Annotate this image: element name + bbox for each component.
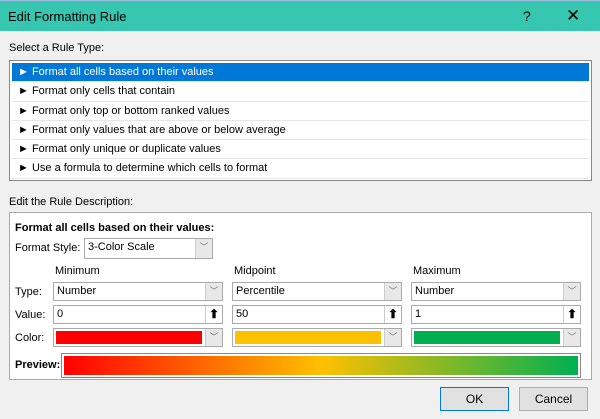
chevron-down-icon: ﹀ — [384, 283, 401, 300]
arrow-icon: ► — [18, 123, 29, 136]
description-heading: Format all cells based on their values: — [15, 222, 215, 234]
rule-type-label: Use a formula to determine which cells t… — [31, 162, 268, 175]
edit-rule-description-label: Edit the Rule Description: — [9, 196, 134, 208]
maximum-type-value: Number — [415, 285, 455, 297]
rule-type-item[interactable]: ► Format only unique or duplicate values — [12, 140, 589, 160]
midpoint-value-input[interactable]: 50 ⬆ — [232, 305, 402, 324]
arrow-icon: ► — [18, 143, 29, 156]
midpoint-type-value: Percentile — [236, 285, 285, 297]
type-label: Type: — [15, 286, 42, 298]
format-style-label: Format Style: — [15, 242, 81, 254]
value-label: Value: — [15, 309, 46, 321]
rule-type-label: Format only cells that contain — [31, 85, 176, 98]
rule-type-label: Format only top or bottom ranked values — [31, 104, 230, 117]
close-button[interactable]: ✕ — [566, 6, 580, 26]
preview-gradient — [64, 356, 578, 375]
midpoint-color-picker[interactable]: ﹀ — [232, 328, 402, 347]
chevron-down-icon: ﹀ — [195, 239, 212, 258]
help-button[interactable]: ? — [523, 8, 531, 24]
midpoint-value: 50 — [236, 308, 249, 320]
select-rule-type-label: Select a Rule Type: — [9, 42, 105, 54]
preview-label: Preview: — [15, 359, 61, 371]
midpoint-header: Midpoint — [234, 265, 276, 277]
arrow-icon: ► — [18, 66, 29, 78]
maximum-value-input[interactable]: 1 ⬆ — [411, 305, 581, 324]
rule-type-list[interactable]: ► Format all cells based on their values… — [9, 60, 592, 181]
minimum-header: Minimum — [55, 265, 100, 277]
minimum-value-input[interactable]: 0 ⬆ — [53, 305, 223, 324]
arrow-icon: ► — [18, 162, 29, 175]
chevron-down-icon: ﹀ — [205, 329, 222, 346]
rule-type-item[interactable]: ► Format all cells based on their values — [12, 63, 589, 83]
rule-type-item[interactable]: ► Format only values that are above or b… — [12, 121, 589, 141]
title-bar: Edit Formatting Rule ? ✕ — [0, 0, 600, 31]
maximum-color-swatch — [414, 331, 560, 344]
rule-type-label: Format only values that are above or bel… — [31, 123, 286, 136]
minimum-type-value: Number — [57, 285, 97, 297]
dialog-title: Edit Formatting Rule — [8, 9, 127, 24]
minimum-type-select[interactable]: Number ﹀ — [53, 282, 223, 301]
chevron-down-icon: ﹀ — [563, 329, 580, 346]
midpoint-color-swatch — [235, 331, 381, 344]
minimum-color-picker[interactable]: ﹀ — [53, 328, 223, 347]
minimum-value: 0 — [57, 308, 64, 320]
chevron-down-icon: ﹀ — [384, 329, 401, 346]
cancel-button[interactable]: Cancel — [519, 387, 588, 411]
rule-type-item[interactable]: ► Use a formula to determine which cells… — [12, 159, 589, 179]
format-style-value: 3-Color Scale — [88, 241, 155, 253]
rule-type-item[interactable]: ► Format only cells that contain — [12, 82, 589, 102]
ok-button[interactable]: OK — [440, 387, 509, 411]
collapse-dialog-icon[interactable]: ⬆ — [563, 306, 580, 323]
arrow-icon: ► — [18, 85, 29, 98]
chevron-down-icon: ﹀ — [563, 283, 580, 300]
preview-box — [61, 353, 581, 378]
arrow-icon: ► — [18, 104, 29, 117]
maximum-color-picker[interactable]: ﹀ — [411, 328, 581, 347]
minimum-color-swatch — [56, 331, 202, 344]
midpoint-type-select[interactable]: Percentile ﹀ — [232, 282, 402, 301]
maximum-header: Maximum — [413, 265, 461, 277]
rule-type-item[interactable]: ► Format only top or bottom ranked value… — [12, 102, 589, 121]
color-label: Color: — [15, 332, 45, 344]
maximum-type-select[interactable]: Number ﹀ — [411, 282, 581, 301]
collapse-dialog-icon[interactable]: ⬆ — [384, 306, 401, 323]
chevron-down-icon: ﹀ — [205, 283, 222, 300]
maximum-value: 1 — [415, 308, 422, 320]
collapse-dialog-icon[interactable]: ⬆ — [205, 306, 222, 323]
rule-type-label: Format all cells based on their values — [31, 66, 214, 78]
format-style-select[interactable]: 3-Color Scale ﹀ — [84, 238, 213, 259]
rule-type-label: Format only unique or duplicate values — [31, 143, 221, 156]
